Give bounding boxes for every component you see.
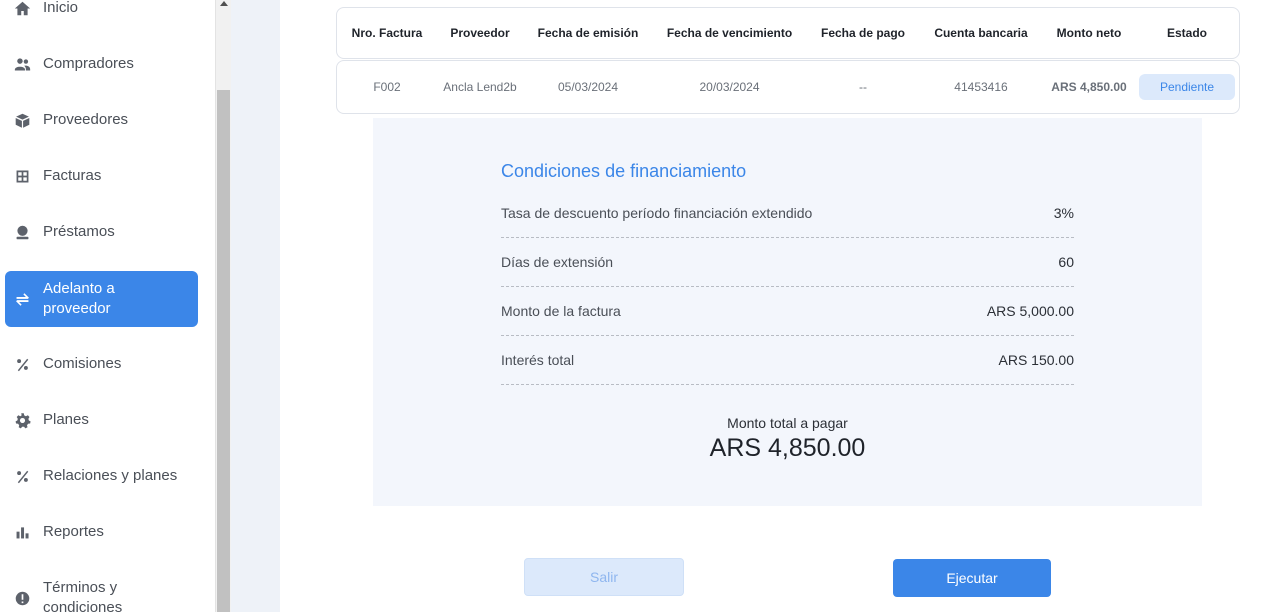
bank-account: 41453416 [954, 80, 1008, 94]
row-value: 60 [1058, 254, 1074, 270]
exit-button[interactable]: Salir [524, 558, 684, 596]
sidebar-item-label: Adelanto a proveedor [43, 280, 115, 317]
invoice-number: F002 [373, 80, 401, 94]
grid-icon [12, 166, 32, 186]
sidebar-item-reportes[interactable]: Reportes [5, 522, 198, 542]
execute-button[interactable]: Ejecutar [893, 559, 1051, 597]
row-label: Interés total [501, 352, 575, 368]
sidebar-item-planes[interactable]: Planes [5, 410, 198, 430]
column-header: Proveedor [450, 26, 510, 40]
row-value: 3% [1053, 205, 1074, 221]
people-icon [12, 54, 32, 74]
column-header: Estado [1166, 26, 1207, 40]
sidebar-item-label: Relaciones y planes [43, 467, 178, 484]
sidebar-item-label: Reportes [43, 523, 104, 540]
column-header: Fecha de emisión [537, 26, 639, 40]
sidebar-item-label: Compradores [43, 55, 134, 72]
financing-row-total-interest: Interés total ARS 150.00 [501, 336, 1074, 385]
financing-panel: Condiciones de financiamiento Tasa de de… [373, 118, 1202, 506]
money-icon [12, 222, 32, 242]
sidebar-item-compradores[interactable]: Compradores [5, 54, 198, 74]
sidebar-item-label: Proveedores [43, 111, 129, 128]
issue-date: 05/03/2024 [557, 80, 619, 94]
sidebar-item-label: Términos y condiciones [43, 579, 123, 612]
home-icon [12, 0, 32, 18]
table-row: F002 Ancla Lend2b 05/03/2024 20/03/2024 … [336, 60, 1240, 114]
financing-title: Condiciones de financiamiento [501, 161, 747, 181]
due-date: 20/03/2024 [699, 80, 760, 94]
sidebar-item-label: Facturas [43, 167, 102, 184]
alert-icon [12, 588, 32, 608]
status-cell: Pendiente [1136, 74, 1238, 100]
sidebar-item-comisiones[interactable]: Comisiones [5, 354, 198, 374]
total-label: Monto total a pagar [727, 415, 848, 431]
column-header: Fecha de vencimiento [666, 26, 793, 40]
sidebar-item-label: Comisiones [43, 355, 122, 372]
sidebar: Inicio Compradores Proveedores Facturas … [0, 0, 215, 612]
status-badge: Pendiente [1139, 74, 1235, 100]
gear-icon [12, 410, 32, 430]
invoice-table-header: Nro. Factura Proveedor Fecha de emisión … [336, 7, 1240, 59]
content-gutter [231, 0, 280, 612]
financing-row-invoice-amount: Monto de la factura ARS 5,000.00 [501, 287, 1074, 336]
scrollbar-thumb[interactable] [217, 90, 230, 612]
sidebar-item-proveedores[interactable]: Proveedores [5, 110, 198, 130]
provider-name: Ancla Lend2b [443, 80, 517, 94]
sidebar-item-facturas[interactable]: Facturas [5, 166, 198, 186]
row-label: Tasa de descuento período financiación e… [501, 205, 813, 221]
sidebar-item-label: Préstamos [43, 223, 115, 240]
sidebar-item-inicio[interactable]: Inicio [5, 0, 198, 18]
sidebar-item-adelanto-a-proveedor[interactable]: Adelanto a proveedor [5, 271, 198, 327]
payment-date: -- [859, 80, 867, 94]
row-label: Monto de la factura [501, 303, 621, 319]
row-value: ARS 5,000.00 [986, 303, 1074, 319]
box-icon [12, 110, 32, 130]
bar-chart-icon [12, 522, 32, 542]
row-value: ARS 150.00 [998, 352, 1075, 368]
scroll-up-icon[interactable] [219, 0, 229, 8]
total-value: ARS 4,850.00 [709, 434, 866, 462]
net-amount: ARS 4,850.00 [1051, 80, 1127, 94]
financing-row-extension-days: Días de extensión 60 [501, 238, 1074, 287]
financing-row-discount-rate: Tasa de descuento período financiación e… [501, 189, 1074, 238]
column-header: Cuenta bancaria [934, 26, 1028, 40]
sidebar-item-label: Planes [43, 411, 89, 428]
column-header: Monto neto [1056, 26, 1122, 40]
row-label: Días de extensión [501, 254, 614, 270]
column-header: Nro. Factura [351, 26, 423, 40]
column-header: Fecha de pago [820, 26, 906, 40]
swap-arrows-icon [12, 289, 32, 309]
sidebar-item-prestamos[interactable]: Préstamos [5, 222, 198, 242]
percent-icon [12, 354, 32, 374]
sidebar-scrollbar[interactable] [215, 0, 231, 612]
percent-icon [12, 466, 32, 486]
sidebar-item-label: Inicio [43, 0, 79, 16]
sidebar-item-relaciones-y-planes[interactable]: Relaciones y planes [5, 466, 198, 486]
sidebar-item-terminos-y-condiciones[interactable]: Términos y condiciones [5, 578, 198, 612]
